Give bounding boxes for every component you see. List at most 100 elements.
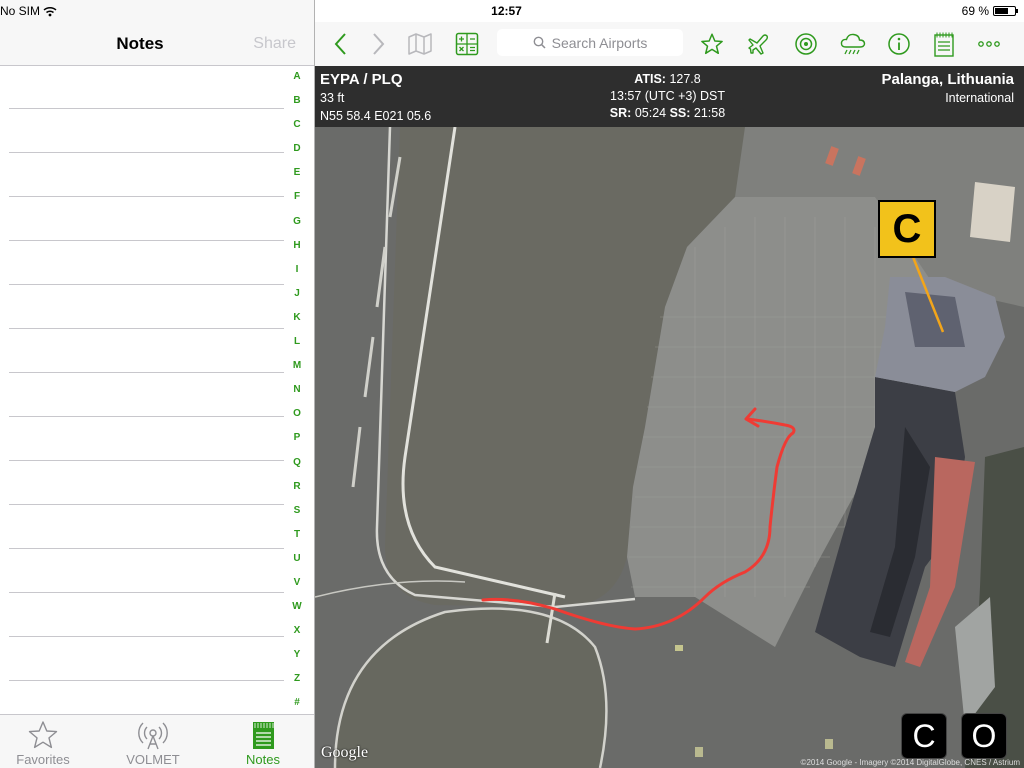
index-letter[interactable]: I <box>296 263 299 287</box>
star-icon <box>701 33 723 55</box>
o-button[interactable]: O <box>961 713 1007 759</box>
note-row[interactable] <box>9 108 284 109</box>
checklist-button[interactable] <box>929 29 959 59</box>
calculator-icon <box>455 32 479 56</box>
index-letter[interactable]: E <box>294 166 301 190</box>
index-letter[interactable]: J <box>294 287 300 311</box>
map-marker-c[interactable]: C <box>878 200 936 258</box>
forward-button[interactable] <box>363 29 393 59</box>
tab-volmet[interactable]: VOLMET <box>108 719 198 768</box>
index-letter[interactable]: U <box>293 552 300 576</box>
note-row[interactable] <box>9 548 284 549</box>
index-letter[interactable]: N <box>293 383 300 407</box>
note-row[interactable] <box>9 328 284 329</box>
favorites-button[interactable] <box>697 29 727 59</box>
index-letter[interactable]: D <box>293 142 300 166</box>
index-letter[interactable]: S <box>294 504 301 528</box>
note-row[interactable] <box>9 460 284 461</box>
airport-atis-block: ATIS: 127.8 13:57 (UTC +3) DST SR: 05:24… <box>515 71 820 122</box>
forward-chevron-icon <box>373 33 385 55</box>
tab-notes[interactable]: Notes <box>218 719 308 768</box>
satellite-map[interactable]: C Google ©2014 Google - Imagery ©2014 Di… <box>315 127 1024 768</box>
sunrise-label: SR: <box>609 106 632 120</box>
split-divider <box>314 0 315 768</box>
weather-cloud-icon <box>840 33 866 55</box>
index-letter[interactable]: M <box>293 359 301 383</box>
index-letter[interactable]: X <box>294 624 301 648</box>
index-letter[interactable]: R <box>293 480 300 504</box>
antenna-icon <box>138 722 168 750</box>
info-button[interactable] <box>884 29 914 59</box>
note-row[interactable] <box>9 680 284 681</box>
index-letter[interactable]: Z <box>294 672 300 696</box>
battery-icon <box>993 6 1018 16</box>
sunrise-time: 05:24 <box>634 106 667 120</box>
map-button[interactable] <box>405 29 435 59</box>
index-letter[interactable]: V <box>294 576 301 600</box>
note-row[interactable] <box>9 196 284 197</box>
notes-header: Notes Share <box>0 22 314 66</box>
google-logo: Google <box>321 744 369 761</box>
tab-favorites[interactable]: Favorites <box>0 719 88 768</box>
index-letter[interactable]: L <box>294 335 300 359</box>
more-button[interactable] <box>974 29 1004 59</box>
index-letter[interactable]: A <box>293 70 300 94</box>
index-letter[interactable]: Q <box>293 456 301 480</box>
notes-list[interactable] <box>0 66 314 714</box>
alphabet-index[interactable]: A B C D E F G H I J K L M N O P Q R S T U V W X Y Z # <box>290 70 304 721</box>
airport-coordinates: N55 58.4 E021 05.6 <box>320 109 432 123</box>
index-letter[interactable]: G <box>293 215 301 239</box>
atis-label: ATIS: <box>634 72 666 86</box>
status-bar: No SIM 12:57 69 % <box>0 0 1024 22</box>
index-letter[interactable]: O <box>293 407 301 431</box>
sunset-time: 21:58 <box>693 106 726 120</box>
map-credit: ©2014 Google - Imagery ©2014 DigitalGlob… <box>800 758 1020 767</box>
note-row[interactable] <box>9 416 284 417</box>
index-letter[interactable]: P <box>294 431 301 455</box>
notes-title: Notes <box>116 34 164 53</box>
index-letter[interactable]: Y <box>294 648 301 672</box>
index-letter[interactable]: B <box>293 94 300 118</box>
battery-percent: 69 % <box>961 4 989 18</box>
search-placeholder: Search Airports <box>551 34 648 51</box>
search-icon <box>533 36 546 49</box>
note-row[interactable] <box>9 152 284 153</box>
weather-button[interactable] <box>838 29 868 59</box>
target-icon <box>795 33 817 55</box>
airplane-icon <box>748 34 769 55</box>
calculator-button[interactable] <box>452 29 482 59</box>
airport-type: International <box>945 91 1014 105</box>
star-icon <box>28 721 58 749</box>
share-button[interactable]: Share <box>253 35 296 53</box>
target-button[interactable] <box>791 29 821 59</box>
search-input[interactable]: Search Airports <box>497 29 683 56</box>
checklist-icon <box>934 32 954 57</box>
index-letter[interactable]: H <box>293 239 300 263</box>
tab-volmet-label: VOLMET <box>126 752 180 767</box>
status-time: 12:57 <box>491 4 522 18</box>
airplane-button[interactable] <box>744 29 774 59</box>
map-icon <box>408 33 432 55</box>
index-letter[interactable]: C <box>293 118 300 142</box>
index-letter[interactable]: K <box>293 311 300 335</box>
battery-level <box>995 8 1009 14</box>
c-button[interactable]: C <box>901 713 947 759</box>
airport-info-bar: EYPA / PLQ 33 ft N55 58.4 E021 05.6 ATIS… <box>315 66 1024 127</box>
index-letter[interactable]: F <box>294 190 300 214</box>
airport-code: EYPA / PLQ <box>320 71 403 88</box>
note-row[interactable] <box>9 240 284 241</box>
airport-elevation: 33 ft <box>320 91 345 105</box>
index-letter[interactable]: T <box>294 528 300 552</box>
back-button[interactable] <box>326 29 356 59</box>
note-row[interactable] <box>9 504 284 505</box>
note-row[interactable] <box>9 372 284 373</box>
index-letter[interactable]: W <box>292 600 301 624</box>
tab-bar: Favorites VOLMET Notes <box>0 714 314 768</box>
note-row[interactable] <box>9 636 284 637</box>
more-dots-icon <box>978 41 1000 47</box>
note-row[interactable] <box>9 284 284 285</box>
atis-frequency: 127.8 <box>669 72 701 86</box>
tab-favorites-label: Favorites <box>16 752 70 767</box>
note-row[interactable] <box>9 592 284 593</box>
map-toolbar: Search Airports <box>315 22 1024 66</box>
